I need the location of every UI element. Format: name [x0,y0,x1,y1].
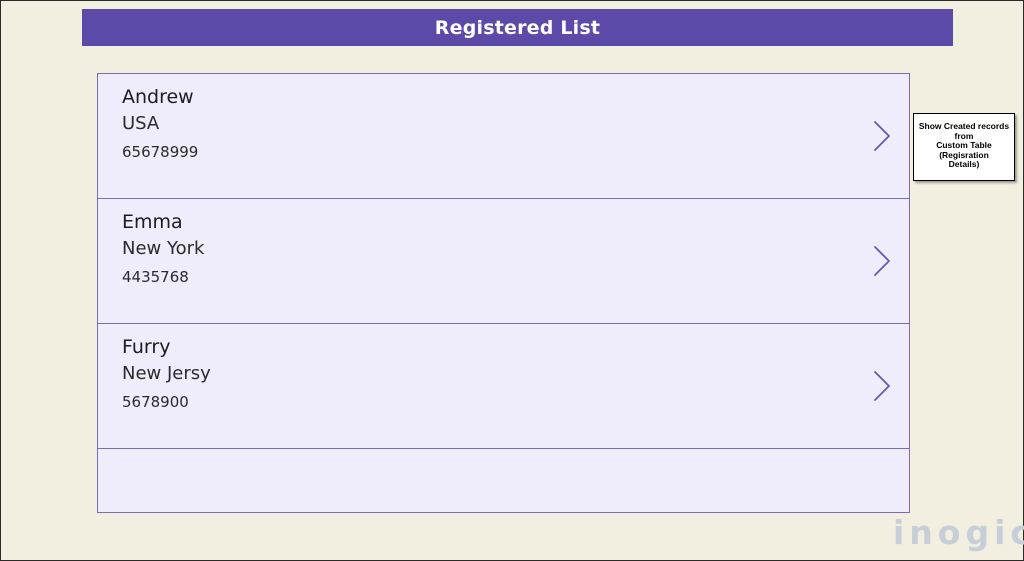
record-phone: 4435768 [122,268,189,286]
annotation-callout: Show Created records from Custom Table (… [913,113,1015,181]
gallery-row-emma[interactable]: Emma New York 4435768 [98,199,909,324]
page-title: Registered List [82,9,953,46]
chevron-right-icon[interactable] [871,368,893,404]
gallery-row-furry[interactable]: Furry New Jersy 5678900 [98,324,909,449]
record-name: Furry [122,336,171,358]
page-title-text: Registered List [434,16,601,39]
record-city: New Jersy [122,363,211,384]
record-name: Emma [122,211,183,233]
record-city: USA [122,113,160,134]
gallery-row-andrew[interactable]: Andrew USA 65678999 [98,74,909,199]
registered-gallery: Andrew USA 65678999 Emma New York 443576… [97,73,910,513]
record-phone: 65678999 [122,143,199,161]
chevron-right-icon[interactable] [871,243,893,279]
record-city: New York [122,238,205,259]
record-phone: 5678900 [122,393,189,411]
inogic-logo: inogic [893,513,1024,552]
chevron-right-icon[interactable] [871,118,893,154]
record-name: Andrew [122,86,194,108]
app-screen: Registered List Andrew USA 65678999 Emma… [0,0,1024,561]
